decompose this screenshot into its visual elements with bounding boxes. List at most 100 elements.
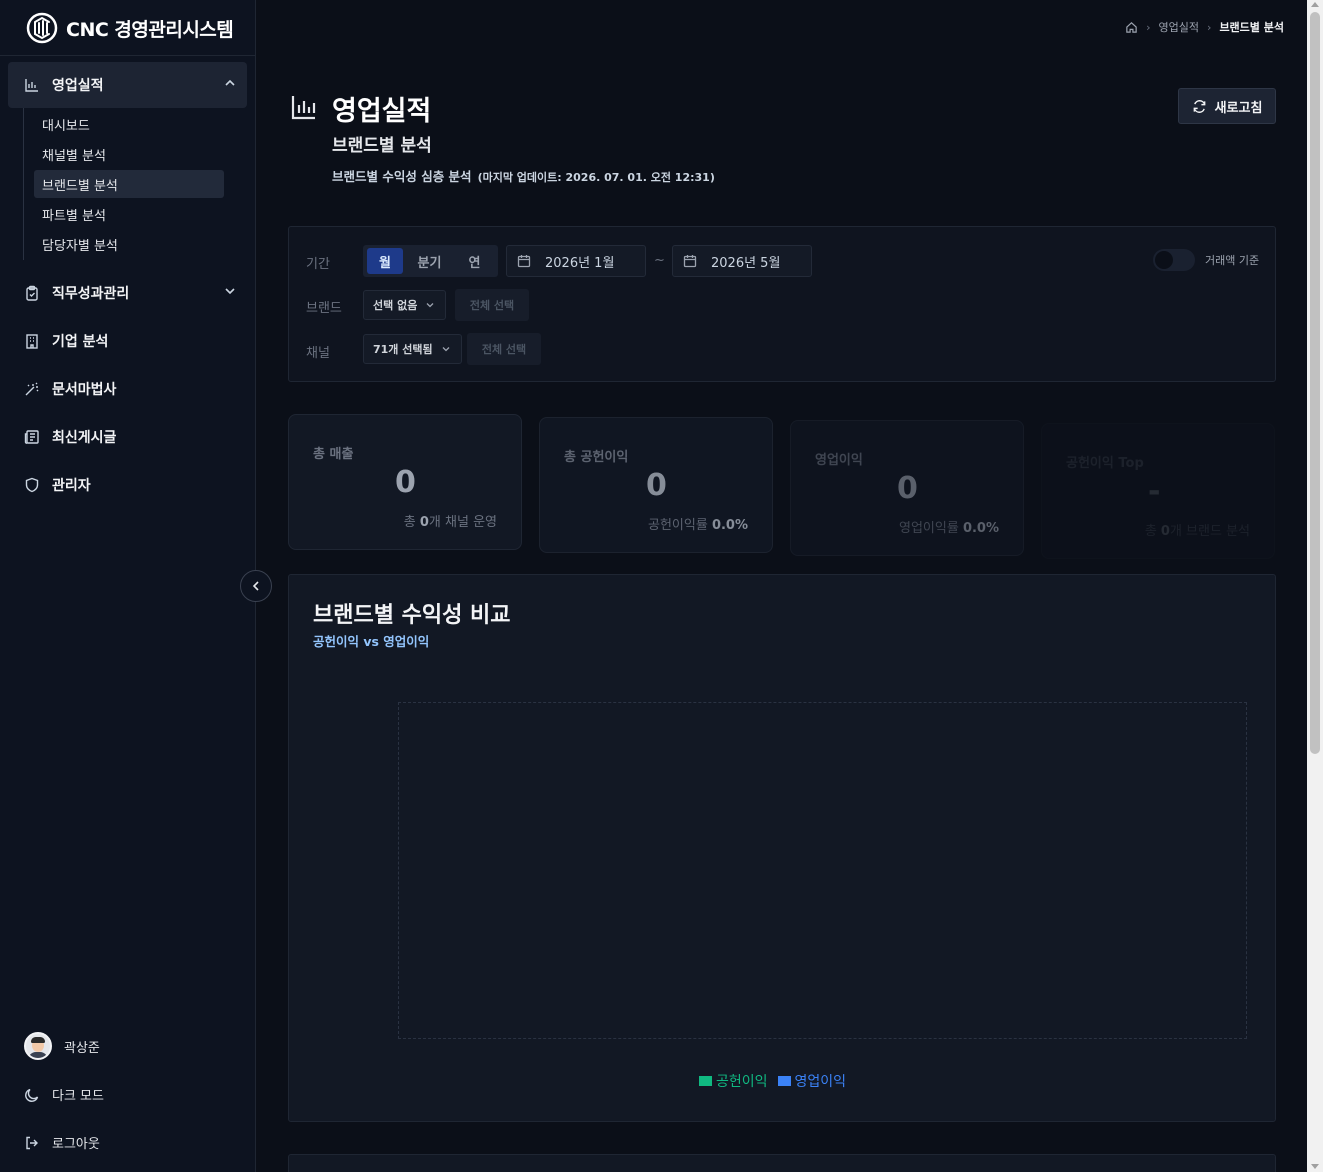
dark-mode-toggle[interactable]: 다크 모드 [24, 1085, 104, 1104]
nav-group-label: 직무성과관리 [52, 286, 130, 302]
page-title: 영업실적 [332, 96, 432, 127]
app-title: CNC 경영관리시스템 [66, 18, 234, 41]
period-segmented-control: 월 분기 연 [363, 245, 498, 277]
stat-sub-prefix: 총 [403, 515, 420, 530]
start-date-picker[interactable]: 2026년 1월 [506, 245, 646, 277]
stat-card-operating-profit: 영업이익 0 영업이익률 0.0% [790, 420, 1024, 556]
chevron-up-icon[interactable] [223, 76, 237, 90]
subnav-item-brand[interactable]: 브랜드별 분석 [34, 170, 224, 198]
subnav-item-part[interactable]: 파트별 분석 [34, 200, 224, 228]
logout-icon [26, 1136, 38, 1149]
chart-plot-area [398, 702, 1247, 1039]
end-date-picker[interactable]: 2026년 5월 [672, 245, 812, 277]
legend-swatch [699, 1076, 712, 1086]
stat-sub: 공헌이익률 0.0% [648, 514, 748, 533]
period-option-year[interactable]: 연 [452, 245, 497, 277]
dark-mode-label: 다크 모드 [52, 1089, 104, 1104]
logo-icon [26, 12, 58, 44]
stat-sub-number: 0 [1160, 524, 1170, 539]
transaction-basis-toggle[interactable] [1153, 249, 1195, 271]
app-logo[interactable]: CNC 경영관리시스템 [26, 12, 234, 44]
home-icon[interactable] [1125, 21, 1138, 34]
stat-value: 0 [646, 468, 667, 503]
legend-item-contribution[interactable]: 공헌이익 [699, 1071, 768, 1091]
nav-item-label: 문서마법사 [52, 382, 117, 398]
brand-select-value: 선택 없음 [373, 299, 418, 312]
refresh-label: 새로고침 [1214, 100, 1263, 116]
stat-sub: 총 0개 채널 운영 [404, 511, 497, 530]
sidebar-collapse-button[interactable] [240, 570, 272, 602]
sales-subnav: 대시보드 채널별 분석 브랜드별 분석 파트별 분석 담당자별 분석 [23, 108, 233, 260]
sidebar: CNC 경영관리시스템 영업실적 대시보드 채널별 분석 브랜드별 분석 파트별… [0, 0, 256, 1172]
nav-item-company[interactable]: 기업 분석 [8, 318, 247, 364]
subnav-item-dashboard[interactable]: 대시보드 [34, 110, 224, 138]
period-option-quarter[interactable]: 분기 [407, 245, 452, 277]
clipboard-icon [26, 285, 38, 301]
nav-item-admin[interactable]: 관리자 [8, 462, 247, 508]
stat-sub-prefix: 공헌이익률 [648, 518, 712, 533]
legend-label: 공헌이익 [716, 1074, 768, 1090]
stat-value: 0 [897, 471, 918, 506]
stat-sub-number: 0.0% [711, 518, 748, 533]
stat-title: 공헌이익 Top [1066, 456, 1144, 471]
page-scrollbar[interactable] [1307, 0, 1323, 1172]
nav-item-label: 기업 분석 [52, 334, 109, 350]
stat-sub-number: 0.0% [962, 521, 999, 536]
period-option-month[interactable]: 월 [367, 248, 403, 274]
stat-sub-prefix: 총 [1144, 524, 1161, 539]
shield-icon [25, 477, 39, 493]
logo-divider [0, 55, 255, 56]
stat-value: - [1148, 474, 1161, 509]
refresh-icon [1193, 99, 1205, 113]
avatar [24, 1032, 52, 1060]
nav-item-label: 관리자 [52, 478, 91, 494]
breadcrumb-current: 브랜드별 분석 [1219, 21, 1284, 34]
channel-select[interactable]: 71개 선택됨 [363, 334, 462, 364]
breadcrumb-separator: › [1207, 20, 1212, 34]
nav-group-performance[interactable]: 직무성과관리 [8, 270, 247, 316]
stat-sub-number: 0 [419, 515, 429, 530]
scroll-down-arrow[interactable] [1311, 1164, 1319, 1169]
stat-card-total-sales: 총 매출 0 총 0개 채널 운영 [288, 414, 522, 550]
chevron-down-icon[interactable] [223, 284, 237, 298]
stat-title: 총 공헌이익 [564, 450, 629, 465]
channel-select-all-button[interactable]: 전체 선택 [467, 333, 541, 365]
brand-label: 브랜드 [306, 301, 342, 316]
end-date-value: 2026년 5월 [711, 255, 781, 271]
legend-item-operating[interactable]: 영업이익 [777, 1071, 847, 1091]
newspaper-icon [24, 430, 39, 444]
breadcrumb-item[interactable]: 영업실적 [1159, 19, 1199, 35]
filter-panel: 기간 월 분기 연 2026년 1월 ~ 2026년 5월 거래액 기준 브랜드… [288, 226, 1276, 382]
nav-item-label: 최신게시글 [52, 430, 117, 446]
nav-item-doc-wizard[interactable]: 문서마법사 [8, 366, 247, 412]
nav-group-label: 영업실적 [52, 78, 104, 94]
legend-swatch [777, 1076, 791, 1086]
refresh-button[interactable]: 새로고침 [1178, 88, 1276, 124]
nav-item-latest-posts[interactable]: 최신게시글 [8, 414, 247, 460]
logout-label: 로그아웃 [52, 1137, 100, 1152]
brand-select[interactable]: 선택 없음 [363, 290, 447, 320]
chevron-left-icon [252, 581, 259, 591]
subnav-item-channel[interactable]: 채널별 분석 [34, 140, 224, 168]
brand-select-all-button[interactable]: 전체 선택 [455, 289, 529, 321]
scroll-up-arrow[interactable] [1311, 2, 1319, 7]
stat-sub-suffix: 개 브랜드 분석 [1169, 524, 1250, 539]
stat-value: 0 [395, 465, 416, 500]
building-icon [26, 334, 38, 349]
stat-sub-prefix: 영업이익률 [899, 521, 963, 536]
start-date-value: 2026년 1월 [545, 255, 615, 271]
legend-label: 영업이익 [794, 1074, 847, 1090]
channel-select-value: 71개 선택됨 [373, 343, 433, 356]
scrollbar-thumb[interactable] [1310, 12, 1320, 754]
date-range-separator: ~ [654, 253, 665, 268]
bar-chart-icon [291, 96, 316, 120]
subnav-item-manager[interactable]: 담당자별 분석 [34, 230, 224, 258]
page-subtitle: 브랜드별 분석 [332, 136, 432, 156]
page-description: 브랜드별 수익성 심층 분석 (마지막 업데이트: 2026. 07. 01. 오… [332, 166, 715, 185]
nav-group-sales[interactable]: 영업실적 [8, 62, 247, 108]
stat-sub: 영업이익률 0.0% [899, 517, 999, 536]
user-profile[interactable]: 곽상준 [24, 1032, 100, 1060]
bar-chart-icon [25, 79, 38, 92]
description-text: 브랜드별 수익성 심층 분석 [332, 169, 472, 184]
logout-button[interactable]: 로그아웃 [24, 1133, 100, 1152]
